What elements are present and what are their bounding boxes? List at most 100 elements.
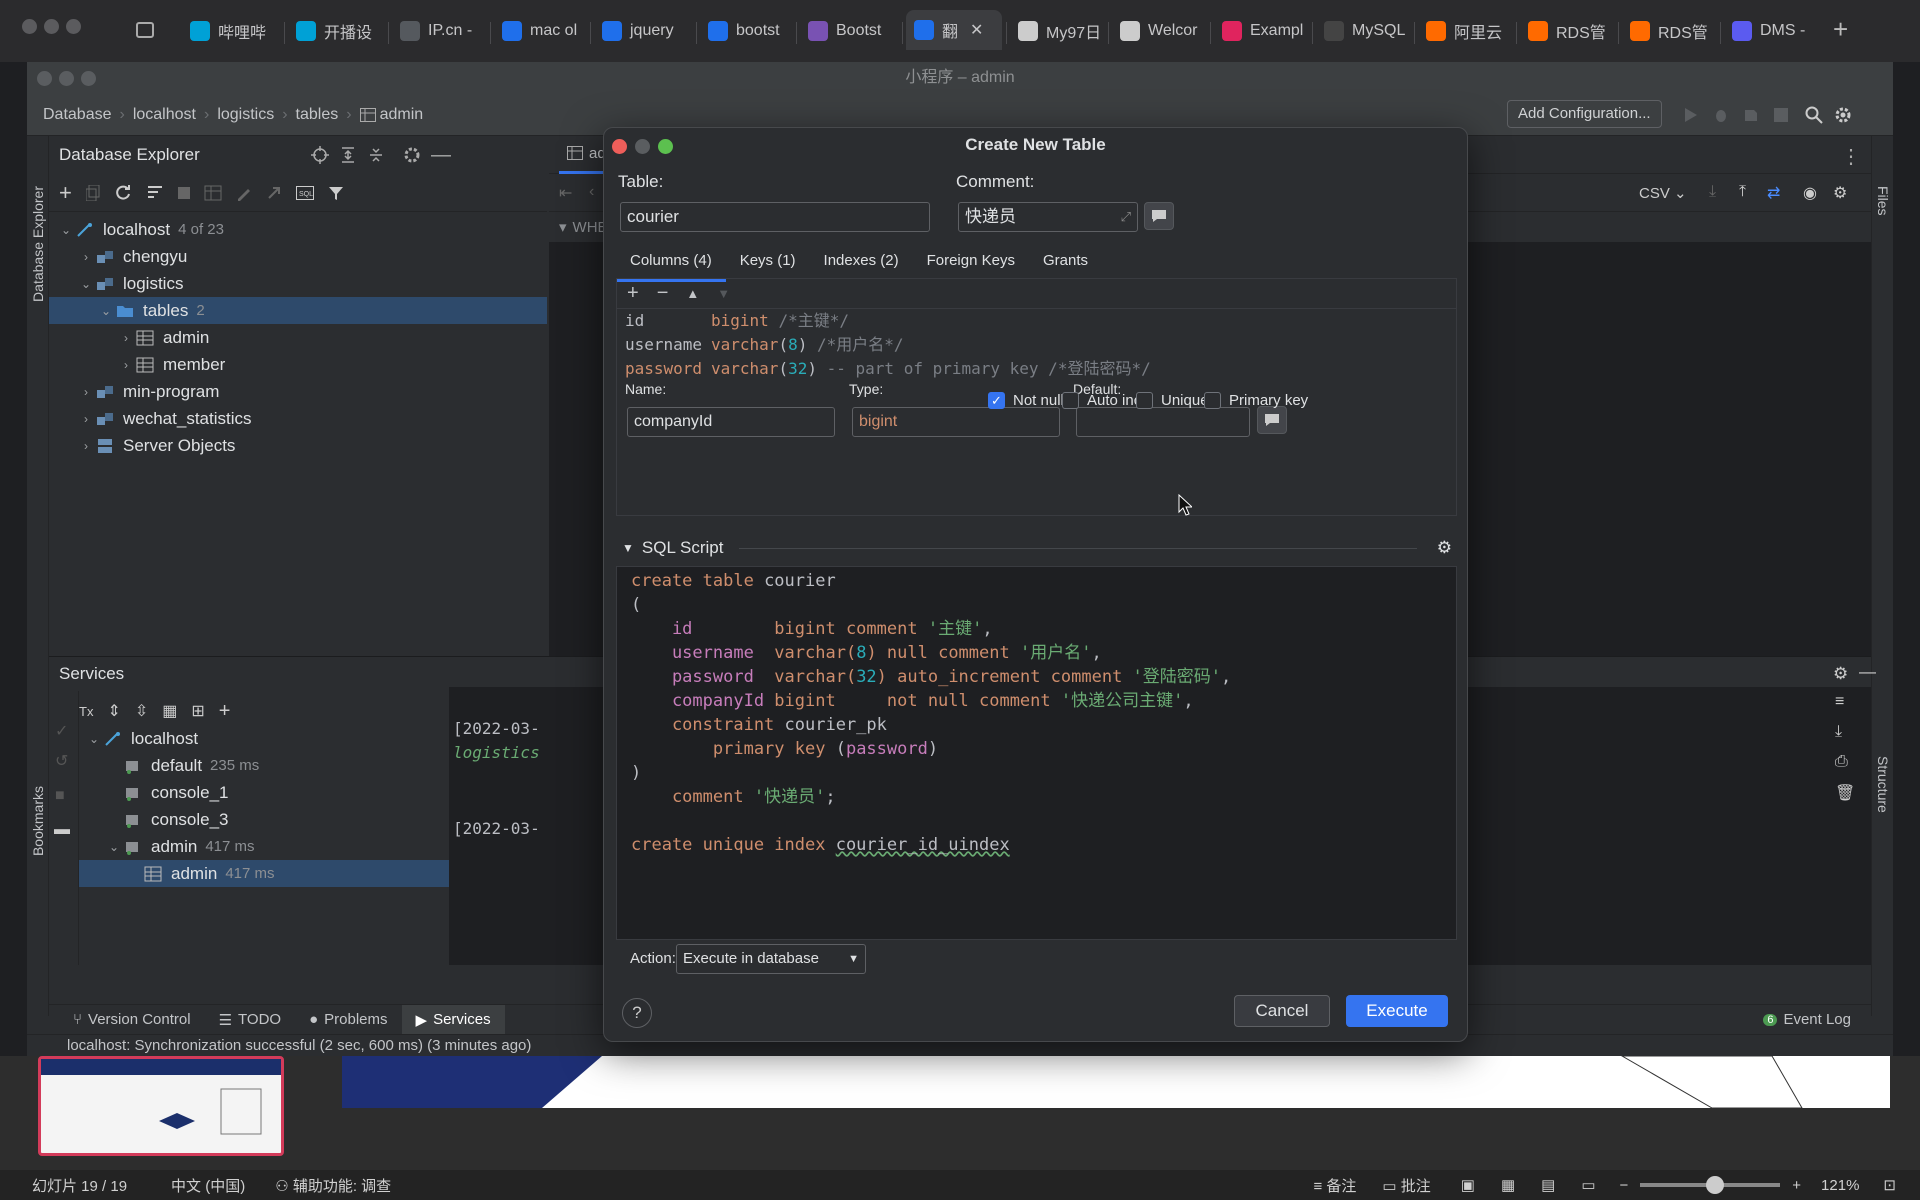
zoom-in-button[interactable]: + [1792,1177,1801,1194]
browser-tab[interactable]: 阿里云 [1418,14,1510,48]
tree-item-min-program[interactable]: › min-program [49,378,547,405]
stop-icon[interactable] [1770,104,1792,126]
checkbox-primary-key[interactable]: Primary key [1204,392,1308,409]
commit-icon[interactable]: ✓ [55,721,68,741]
services-settings-icon[interactable]: ⚙ [1833,664,1848,684]
chevron-right-icon[interactable]: › [77,412,95,426]
minimize-window-button[interactable] [44,19,59,34]
tree-item-logistics[interactable]: ⌄ logistics [49,270,547,297]
schema-icon[interactable] [146,184,164,202]
dialog-tab[interactable]: Indexes (2) [810,244,913,282]
service-item[interactable]: ⌄ admin 417 ms [79,833,474,860]
browser-tab[interactable]: Bootst [800,14,892,48]
zoom-level[interactable]: 121% [1821,1177,1859,1194]
collapse-all-icon[interactable]: ⇳ [135,701,148,721]
sidebar-toggle-icon[interactable] [136,22,154,38]
dialog-close-button[interactable] [612,139,627,154]
chevron-right-icon[interactable]: › [77,250,95,264]
column-name-input[interactable]: companyId [627,407,835,437]
add-icon[interactable]: + [59,180,72,206]
browser-tab[interactable]: Exampl [1214,14,1306,48]
help-button[interactable]: ? [622,998,652,1028]
browser-tab[interactable]: My97日 [1010,14,1102,48]
dialog-zoom-button[interactable] [658,139,673,154]
filter-icon[interactable] [328,185,344,201]
table-view-icon[interactable] [204,185,222,201]
tree-item-member[interactable]: › member [49,351,547,378]
database-explorer-strip-button[interactable]: Database Explorer [30,186,46,302]
move-down-icon[interactable]: ▼ [717,286,730,301]
copy-icon[interactable] [85,184,100,201]
clear-icon[interactable]: 🗑 [1835,783,1855,803]
browser-tab[interactable]: mac ol [494,14,586,48]
rollback-icon[interactable]: ↺ [55,751,68,771]
prev-page-icon[interactable]: ‹ [589,183,594,201]
dialog-minimize-button[interactable] [635,139,650,154]
csv-format-dropdown[interactable]: CSV ⌄ [1639,184,1687,202]
chevron-right-icon[interactable]: › [77,439,95,453]
layout-icon[interactable]: ▬ [54,821,70,839]
checkbox-not-null[interactable]: ✓ Not null [988,392,1064,409]
browser-tab[interactable]: MySQL [1316,14,1408,48]
service-item[interactable]: ⌄ localhost [79,725,474,752]
browser-tab[interactable]: 翻 ✕ [906,10,1002,50]
bookmarks-strip-button[interactable]: Bookmarks [30,786,46,856]
browser-tab[interactable]: bootst [700,14,792,48]
add-service-icon[interactable]: + [219,700,231,723]
chevron-down-icon[interactable]: ⌄ [105,840,123,854]
tool-problems[interactable]: ● Problems [295,1005,401,1035]
new-tab-icon[interactable]: ⊞ [191,701,204,721]
expand-all-icon[interactable] [339,146,357,164]
browser-tab[interactable]: 开播设 [288,14,380,48]
ide-zoom-button[interactable] [81,71,96,86]
column-default-input[interactable] [1076,407,1250,437]
stop-icon[interactable]: ■ [55,787,65,805]
sql-script-editor[interactable]: create table courier( id bigint comment … [616,566,1457,940]
editor-settings-icon[interactable]: ⚙ [1833,183,1847,203]
language-indicator[interactable]: 中文 (中国) [171,1175,245,1196]
locate-icon[interactable] [311,146,329,164]
checkbox-empty-icon[interactable] [1136,392,1153,409]
tree-item-tables[interactable]: ⌄ tables 2 [49,297,547,324]
zoom-out-button[interactable]: − [1620,1177,1629,1194]
column-row[interactable]: id bigint /*主键*/ [617,309,1456,333]
jump-icon[interactable] [266,185,282,201]
service-item[interactable]: console_1 [79,779,474,806]
execute-button[interactable]: Execute [1346,995,1448,1027]
tree-item-server-objects[interactable]: › Server Objects [49,432,547,459]
column-row[interactable]: password varchar(32) -- part of primary k… [617,357,1456,381]
tool-version-control[interactable]: ⑂ Version Control [59,1005,205,1035]
sql-script-header[interactable]: ▼ SQL Script ⚙ [622,536,1452,560]
zoom-window-button[interactable] [66,19,81,34]
panel-settings-icon[interactable] [403,146,421,164]
browser-tab[interactable]: DMS - [1724,14,1816,48]
browser-tab[interactable]: Welcor [1112,14,1204,48]
checkbox-empty-icon[interactable] [1204,392,1221,409]
browser-tab[interactable]: RDS管 [1520,14,1612,48]
event-log-button[interactable]: 6 Event Log [1749,1005,1865,1035]
sql-console-icon[interactable]: SQL [295,185,314,200]
new-tab-button[interactable]: + [1833,14,1848,45]
dialog-tab[interactable]: Keys (1) [726,244,810,282]
reading-view-icon[interactable]: ▤ [1541,1176,1555,1194]
expand-all-icon[interactable]: ⇕ [107,701,120,721]
soft-wrap-icon[interactable]: ≡ [1835,693,1844,711]
comment-edit-button[interactable] [1144,202,1174,230]
search-icon[interactable] [1803,104,1825,126]
tx-mode-icon[interactable]: Tx [79,704,93,719]
slide-sorter-icon[interactable]: ▦ [1501,1176,1515,1194]
service-item[interactable]: default 235 ms [79,752,474,779]
browser-tab[interactable]: 哔哩哔 [182,14,274,48]
tool-todo[interactable]: ☰ TODO [205,1005,296,1035]
chevron-down-icon[interactable]: ⌄ [77,277,95,291]
chevron-right-icon[interactable]: › [77,385,95,399]
tree-item-wechat_statistics[interactable]: › wechat_statistics [49,405,547,432]
zoom-slider[interactable] [1640,1176,1781,1194]
table-name-input[interactable]: courier [620,202,930,232]
accessibility-status[interactable]: ⚇ 辅助功能: 调查 [275,1175,391,1196]
print-icon[interactable]: ⎙ [1835,753,1848,771]
remove-column-icon[interactable]: − [657,282,669,305]
view-icon[interactable]: ◉ [1803,183,1817,203]
service-item[interactable]: admin 417 ms [79,860,474,887]
ide-minimize-button[interactable] [59,71,74,86]
